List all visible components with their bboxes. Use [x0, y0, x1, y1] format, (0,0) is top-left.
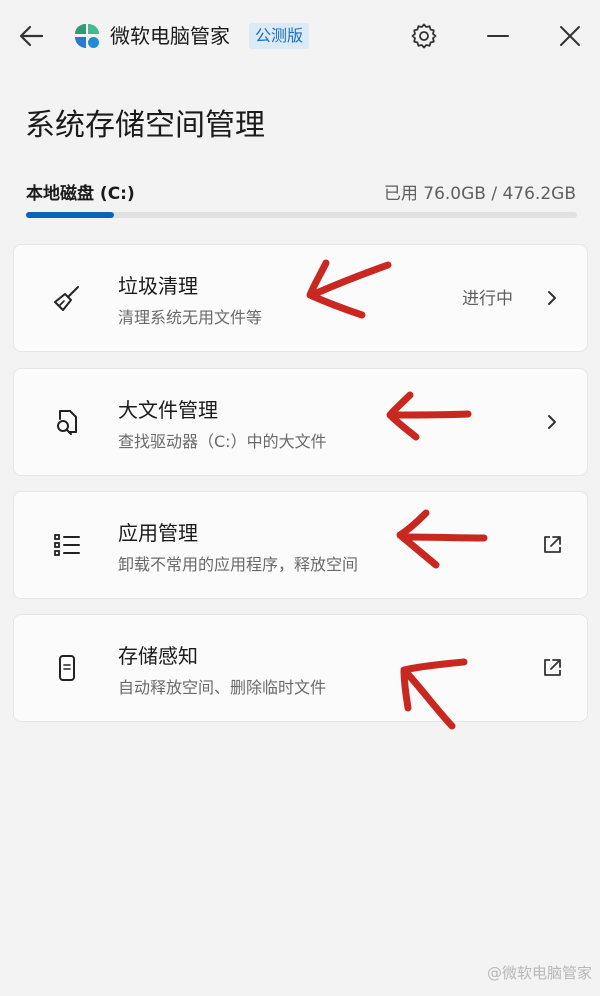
title-bar: 微软电脑管家 公测版	[0, 0, 600, 72]
card-title: 存储感知	[118, 644, 198, 668]
open-external-icon	[544, 659, 561, 676]
app-logo-icon	[72, 21, 102, 51]
disk-usage-fill	[26, 212, 115, 218]
minimize-button[interactable]	[480, 18, 516, 54]
chevron-right-icon	[548, 415, 556, 429]
file-search-icon	[57, 410, 77, 435]
page-title: 系统存储空间管理	[25, 108, 265, 143]
card-subtitle: 自动释放空间、删除临时文件	[118, 678, 327, 697]
chevron-right-icon	[548, 291, 556, 305]
arrow-left-icon	[19, 25, 44, 47]
card-subtitle: 卸载不常用的应用程序，释放空间	[118, 555, 359, 574]
close-button[interactable]	[552, 18, 588, 54]
phone-storage-icon	[59, 655, 75, 681]
beta-badge: 公测版	[249, 23, 310, 49]
settings-button[interactable]	[406, 18, 442, 54]
card-title: 大文件管理	[118, 398, 218, 422]
card-junk-cleanup[interactable]: 垃圾清理 清理系统无用文件等 进行中	[13, 244, 588, 352]
list-icon	[54, 534, 80, 556]
broom-icon	[54, 286, 79, 311]
close-icon	[560, 26, 580, 46]
card-title: 垃圾清理	[118, 274, 198, 298]
disk-usage-bar	[26, 212, 577, 218]
card-large-files[interactable]: 大文件管理 查找驱动器（C:）中的大文件	[13, 368, 588, 476]
card-status: 进行中	[462, 289, 513, 309]
app-title: 微软电脑管家	[110, 24, 230, 48]
card-subtitle: 清理系统无用文件等	[118, 308, 263, 327]
card-subtitle: 查找驱动器（C:）中的大文件	[118, 432, 327, 451]
back-button[interactable]	[14, 18, 50, 54]
open-external-icon	[544, 536, 561, 553]
watermark: @微软电脑管家	[486, 964, 592, 982]
disk-usage-text: 已用 76.0GB / 476.2GB	[383, 184, 576, 204]
card-app-management[interactable]: 应用管理 卸载不常用的应用程序，释放空间	[13, 491, 588, 599]
disk-label[interactable]: 本地磁盘 (C:)	[26, 182, 135, 206]
minimize-icon	[487, 35, 509, 37]
card-storage-sense[interactable]: 存储感知 自动释放空间、删除临时文件	[13, 614, 588, 722]
gear-icon	[411, 23, 437, 49]
card-title: 应用管理	[118, 521, 198, 545]
